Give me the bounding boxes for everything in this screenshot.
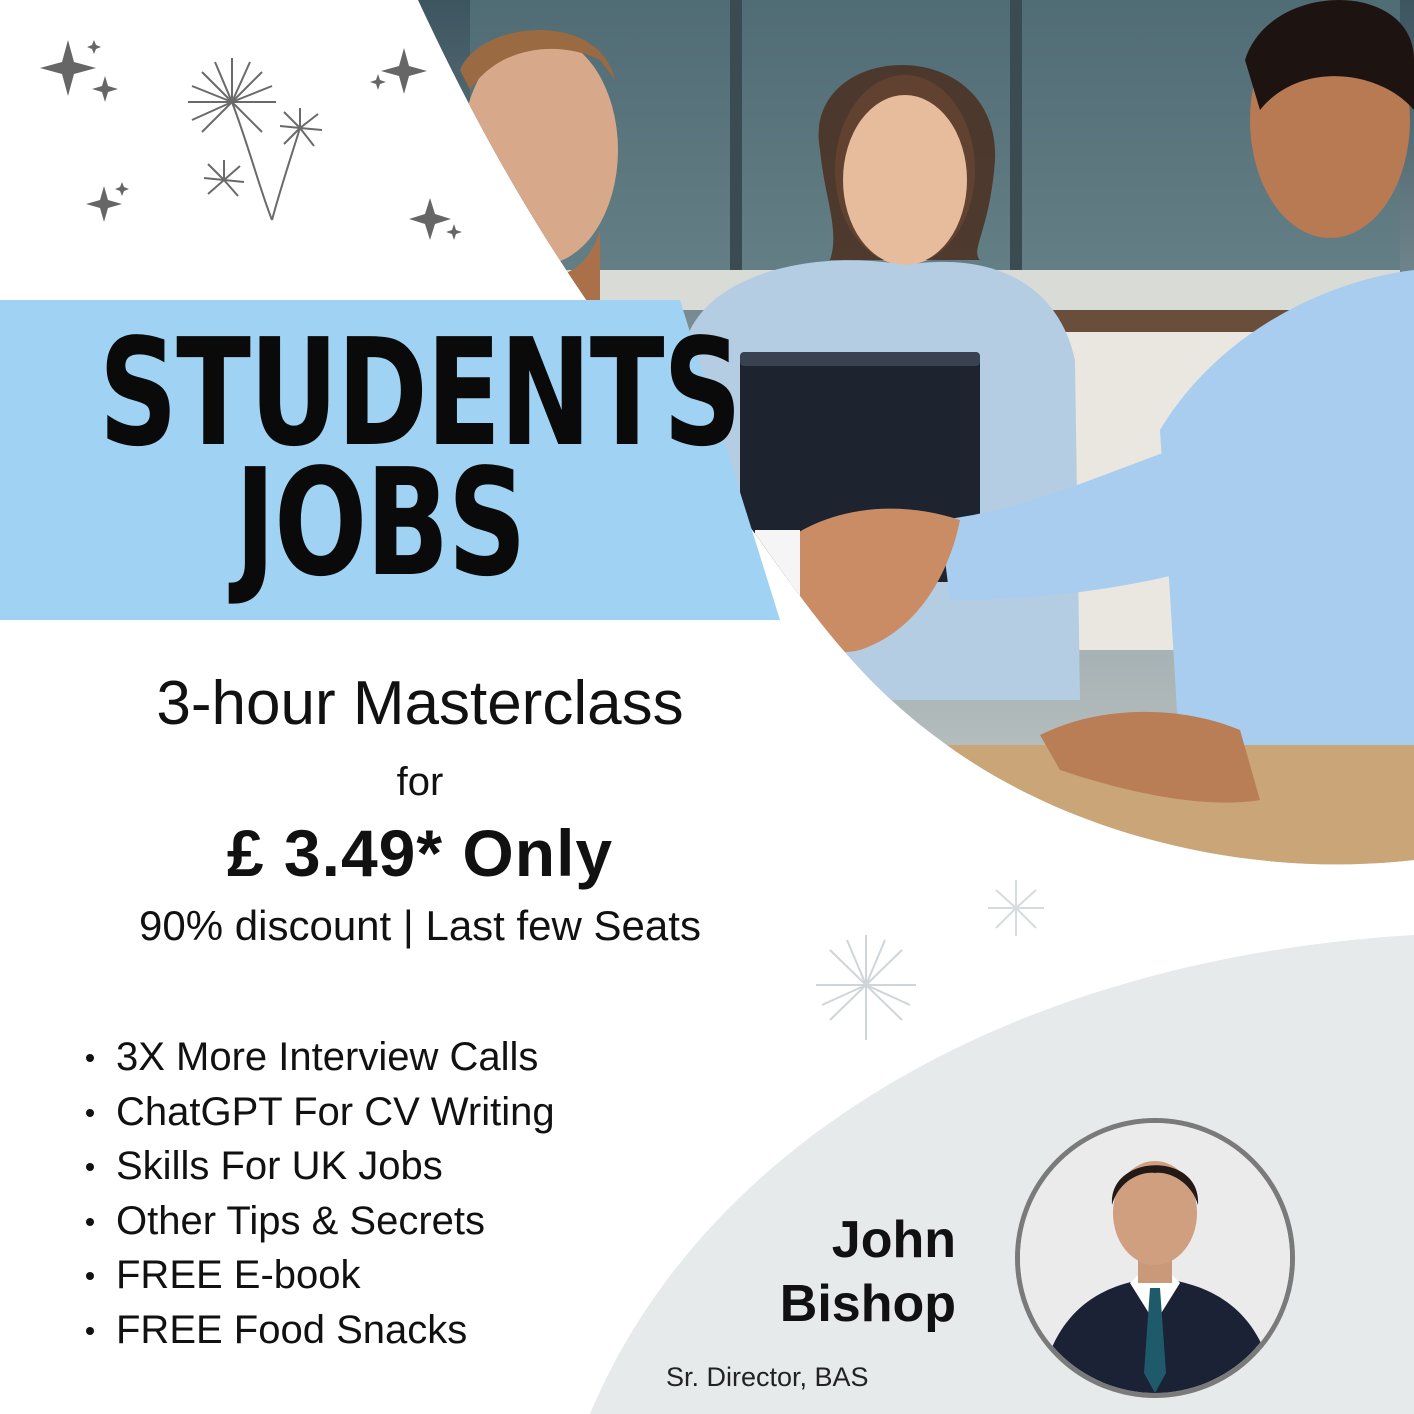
firework-icon bbox=[203, 160, 245, 197]
speaker-last-name: Bishop bbox=[779, 1275, 956, 1333]
list-item: ChatGPT For CV Writing bbox=[86, 1085, 555, 1140]
list-item: FREE E-book bbox=[86, 1248, 555, 1303]
bullet-icon bbox=[86, 1272, 94, 1281]
speaker-name: John Bishop bbox=[780, 1208, 956, 1336]
sparkle-icon bbox=[370, 74, 386, 90]
list-item: Other Tips & Secrets bbox=[86, 1194, 555, 1249]
sparkle-icon bbox=[115, 182, 129, 196]
bullet-icon bbox=[86, 1217, 94, 1226]
sparkle-icon bbox=[87, 40, 101, 54]
list-item: 3X More Interview Calls bbox=[86, 1030, 555, 1085]
firework-icon bbox=[816, 935, 916, 1040]
masterclass-heading: 3-hour Masterclass bbox=[156, 669, 684, 738]
feature-label: ChatGPT For CV Writing bbox=[116, 1089, 555, 1134]
sparkle-icon bbox=[381, 48, 427, 94]
feature-label: FREE Food Snacks bbox=[116, 1307, 468, 1352]
list-item: FREE Food Snacks bbox=[86, 1303, 555, 1358]
features-list: 3X More Interview Calls ChatGPT For CV W… bbox=[86, 1030, 555, 1358]
sparkle-icon bbox=[40, 40, 96, 96]
avatar-illustration bbox=[1020, 1123, 1290, 1393]
feature-label: FREE E-book bbox=[116, 1253, 361, 1298]
feature-label: Other Tips & Secrets bbox=[116, 1198, 486, 1243]
speaker-first-name: John bbox=[831, 1211, 956, 1269]
sparkle-icon bbox=[92, 76, 118, 102]
connector-text: for bbox=[396, 760, 444, 804]
list-item: Skills For UK Jobs bbox=[86, 1139, 555, 1194]
sparkle-icon bbox=[86, 186, 122, 222]
firework-icon bbox=[271, 108, 323, 221]
discount-text: 90% discount | Last few Seats bbox=[139, 902, 701, 949]
bullet-icon bbox=[86, 1163, 94, 1172]
poster: STUDENTS JOBS 3-hour Masterclass for £ 3… bbox=[0, 0, 1414, 1414]
bullet-icon bbox=[86, 1108, 94, 1117]
price-text: £ 3.49* Only bbox=[226, 816, 614, 890]
feature-label: Skills For UK Jobs bbox=[116, 1144, 443, 1189]
sparkle-icon bbox=[446, 224, 462, 240]
firework-icon bbox=[988, 880, 1044, 936]
feature-label: 3X More Interview Calls bbox=[116, 1035, 539, 1079]
bullet-icon bbox=[86, 1326, 94, 1335]
speaker-portrait bbox=[1015, 1118, 1295, 1398]
bullet-icon bbox=[86, 1054, 94, 1062]
speaker-role: Sr. Director, BAS bbox=[666, 1362, 869, 1392]
firework-icon bbox=[188, 58, 276, 221]
sparkle-icon bbox=[409, 198, 451, 240]
